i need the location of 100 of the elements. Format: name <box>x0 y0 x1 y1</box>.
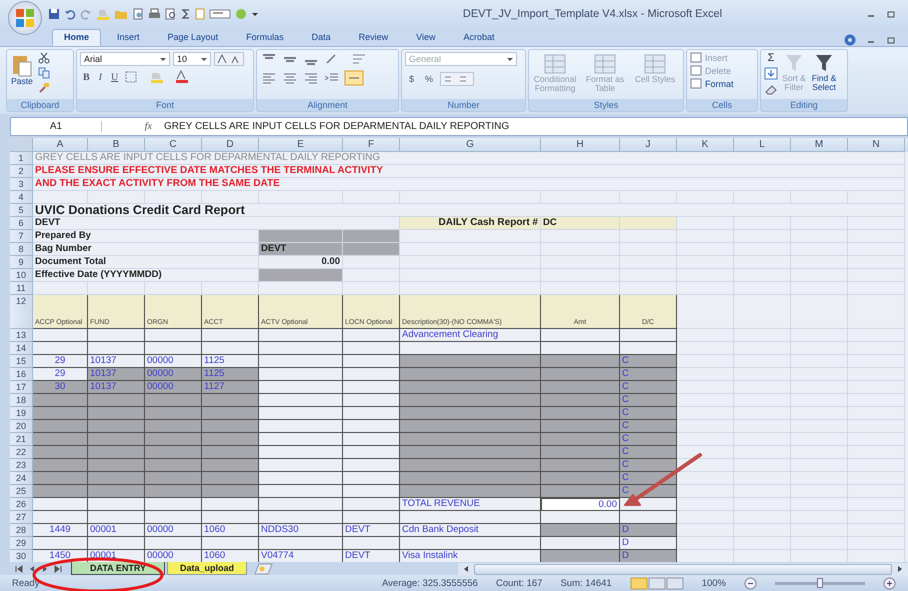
view-buttons-icon[interactable] <box>630 576 684 590</box>
column-header[interactable]: J <box>620 138 677 152</box>
autosum-button[interactable]: Σ <box>764 52 778 64</box>
row-header[interactable]: 23 <box>10 459 33 472</box>
row-header[interactable]: 4 <box>10 191 33 204</box>
align-center-icon[interactable] <box>281 71 299 85</box>
row-header[interactable]: 11 <box>10 282 33 295</box>
column-header[interactable]: K <box>677 138 734 152</box>
number-format-button[interactable]: $ <box>405 74 418 84</box>
merge-icon[interactable] <box>344 70 364 86</box>
column-header[interactable]: L <box>734 138 791 152</box>
column-header[interactable]: G <box>400 138 541 152</box>
row-header[interactable]: 21 <box>10 433 33 446</box>
column-header[interactable]: M <box>791 138 848 152</box>
horizontal-scrollbar[interactable] <box>458 563 908 575</box>
column-header[interactable]: F <box>343 138 400 152</box>
zoom-slider[interactable] <box>775 577 865 589</box>
row-header[interactable]: 5 <box>10 204 33 217</box>
row-header[interactable]: 3 <box>10 178 33 191</box>
row-header[interactable]: 18 <box>10 394 33 407</box>
sum-icon[interactable] <box>181 8 191 20</box>
brush-icon[interactable] <box>38 82 50 94</box>
copy-icon[interactable] <box>38 67 50 79</box>
row-header[interactable]: 12 <box>10 295 33 329</box>
font-style-button[interactable]: B <box>80 72 93 82</box>
column-header[interactable]: D <box>202 138 259 152</box>
zoom-out-icon[interactable] <box>744 576 757 590</box>
printer-icon[interactable] <box>148 8 161 20</box>
eraser-icon[interactable] <box>764 83 778 96</box>
row-header[interactable]: 13 <box>10 329 33 342</box>
print-preview-icon[interactable] <box>132 8 144 20</box>
save-icon[interactable] <box>48 8 60 20</box>
font-style-button[interactable]: I <box>96 72 106 82</box>
align-left-icon[interactable] <box>260 71 278 85</box>
column-header[interactable]: E <box>259 138 343 152</box>
formula-field[interactable]: GREY CELLS ARE INPUT CELLS FOR DEPARMENTAL DAILY REPORTING <box>160 121 510 132</box>
restore-icon[interactable] <box>886 35 896 45</box>
ribbon-tab[interactable]: Insert <box>105 29 152 46</box>
fill-icon[interactable] <box>764 67 778 80</box>
row-header[interactable]: 14 <box>10 342 33 355</box>
last-sheet-icon[interactable] <box>53 564 63 574</box>
row-header[interactable]: 16 <box>10 368 33 381</box>
name-box[interactable]: A1 <box>11 121 102 132</box>
magnifier-icon[interactable] <box>165 8 177 20</box>
row-header[interactable]: 17 <box>10 381 33 394</box>
font-style-button[interactable]: U <box>108 72 122 82</box>
textbox-icon[interactable] <box>209 8 231 20</box>
column-header[interactable]: H <box>541 138 620 152</box>
font-field[interactable]: Arial <box>80 52 170 66</box>
row-header[interactable]: 29 <box>10 537 33 550</box>
undo-icon[interactable] <box>64 8 76 20</box>
row-header[interactable]: 9 <box>10 256 33 269</box>
row-header[interactable]: 6 <box>10 217 33 230</box>
function-button[interactable]: fx <box>102 121 160 132</box>
row-header[interactable]: 25 <box>10 485 33 498</box>
ribbon-tab[interactable]: Formulas <box>234 29 296 46</box>
editing-button[interactable]: Find & Select <box>810 52 838 92</box>
sheet-tab[interactable]: DATA ENTRY <box>71 562 165 575</box>
first-sheet-icon[interactable] <box>14 564 24 574</box>
sheet-tab[interactable]: Data_upload <box>167 562 248 575</box>
row-header[interactable]: 1 <box>10 152 33 165</box>
row-header[interactable]: 30 <box>10 550 33 562</box>
font-size-icon[interactable] <box>214 52 244 66</box>
row-header[interactable]: 2 <box>10 165 33 178</box>
row-header[interactable]: 22 <box>10 446 33 459</box>
row-header[interactable]: 28 <box>10 524 33 537</box>
ribbon-tab[interactable]: Review <box>346 29 400 46</box>
ribbon-tab[interactable]: Page Layout <box>156 29 230 46</box>
ribbon-tab[interactable]: Acrobat <box>451 29 507 46</box>
zoom-in-icon[interactable] <box>883 576 896 590</box>
row-header[interactable]: 15 <box>10 355 33 368</box>
paste-button[interactable]: Paste <box>10 52 34 87</box>
row-header[interactable]: 27 <box>10 511 33 524</box>
font-size-field[interactable]: 10 <box>173 52 211 66</box>
row-header[interactable]: 19 <box>10 407 33 420</box>
number-format-button[interactable]: % <box>421 74 438 84</box>
ribbon-tab[interactable]: View <box>404 29 448 46</box>
ribbon-tab[interactable]: Data <box>300 29 343 46</box>
office-button[interactable] <box>8 1 42 35</box>
cells-button[interactable]: Format <box>690 78 734 89</box>
help-icon[interactable] <box>844 34 856 46</box>
decimal-icon[interactable] <box>440 72 474 86</box>
row-header[interactable]: 10 <box>10 269 33 282</box>
column-header[interactable]: B <box>88 138 145 152</box>
scroll-left-icon[interactable] <box>462 565 470 573</box>
scroll-right-icon[interactable] <box>896 565 904 573</box>
row-header[interactable]: 26 <box>10 498 33 511</box>
row-header[interactable]: 20 <box>10 420 33 433</box>
column-header[interactable]: N <box>848 138 905 152</box>
scissors-icon[interactable] <box>38 52 50 64</box>
restore-icon[interactable] <box>886 9 896 19</box>
fill-color-icon[interactable] <box>96 8 110 20</box>
row-header[interactable]: 7 <box>10 230 33 243</box>
column-header[interactable]: A <box>33 138 88 152</box>
row-header[interactable]: 24 <box>10 472 33 485</box>
column-header[interactable]: C <box>145 138 202 152</box>
align-right-icon[interactable] <box>302 71 320 85</box>
row-header[interactable]: 8 <box>10 243 33 256</box>
ribbon-tab[interactable]: Home <box>52 29 102 46</box>
wrap-text-icon[interactable] <box>350 52 368 66</box>
